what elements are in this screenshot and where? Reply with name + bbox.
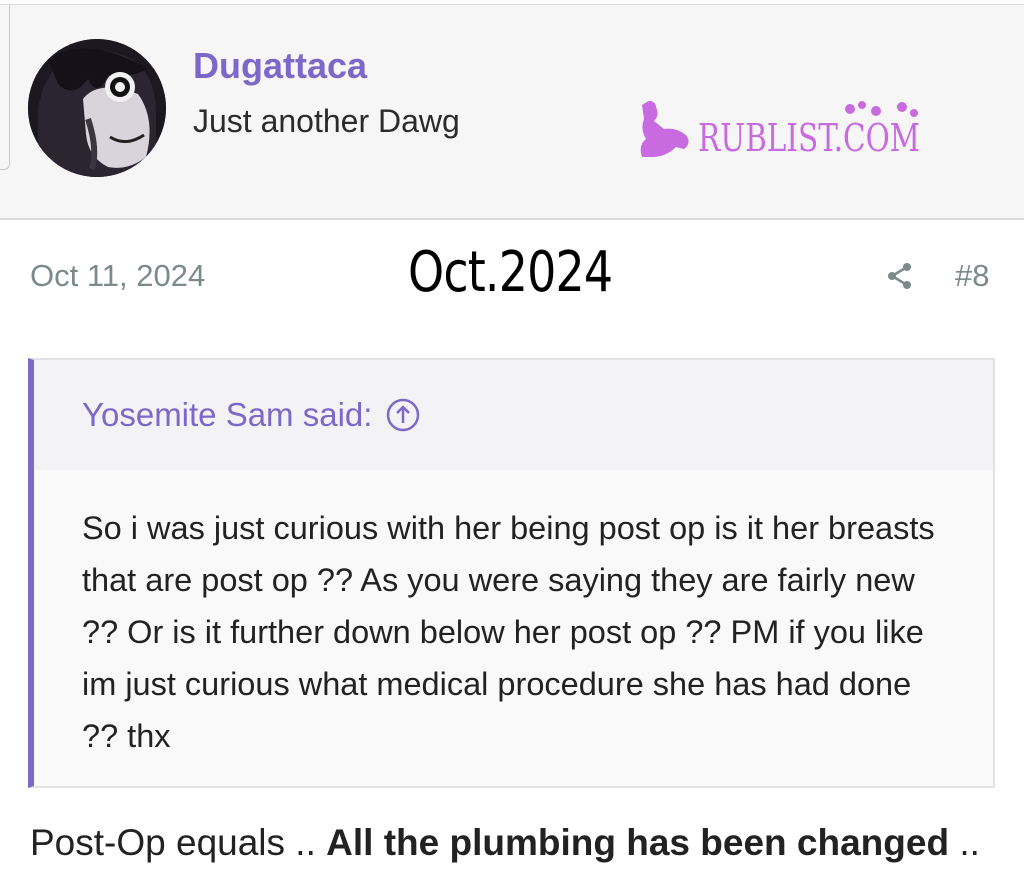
quote-header: Yosemite Sam said: — [34, 360, 993, 470]
post-user-header: Dugattaca Just another Dawg RUBLIST.COM — [0, 4, 1024, 220]
quote-body-text: So i was just curious with her being pos… — [34, 470, 993, 786]
overlay-caption: Oct.2024 — [408, 240, 613, 305]
username-link[interactable]: Dugattaca — [193, 45, 367, 87]
user-title: Just another Dawg — [193, 103, 460, 139]
header-decoration — [0, 5, 10, 170]
quote-author-link[interactable]: Yosemite Sam said: — [82, 396, 372, 434]
quote-block: Yosemite Sam said: So i was just curious… — [28, 358, 995, 788]
reply-suffix: .. — [949, 822, 980, 863]
arrow-up-circle-icon — [387, 398, 420, 432]
reply-bold-text: All the plumbing has been changed — [326, 822, 950, 863]
watermark-text: RUBLIST.COM — [698, 116, 920, 160]
quote-jump-button[interactable] — [386, 398, 420, 432]
rublist-watermark-logo: RUBLIST.COM — [636, 99, 926, 161]
forum-post-page: Dugattaca Just another Dawg RUBLIST.COM … — [0, 0, 1024, 884]
post-date-link[interactable]: Oct 11, 2024 — [30, 258, 205, 294]
post-number-link[interactable]: #8 — [955, 258, 989, 294]
reply-prefix: Post-Op equals .. — [30, 822, 327, 863]
avatar[interactable] — [28, 39, 166, 177]
share-icon — [888, 263, 911, 289]
share-button[interactable] — [882, 258, 918, 294]
post-reply-text: Post-Op equals .. All the plumbing has b… — [30, 822, 1020, 864]
